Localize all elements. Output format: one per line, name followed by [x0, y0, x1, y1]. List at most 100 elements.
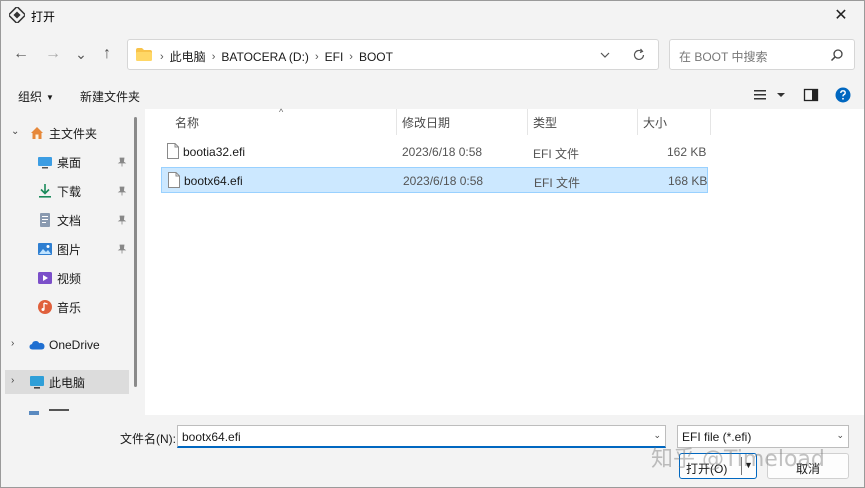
filename-input[interactable]: bootx64.efi ⌄ [177, 425, 666, 448]
chevron-down-icon[interactable]: ⌄ [11, 126, 19, 137]
chevron-down-icon[interactable]: ⌄ [653, 430, 661, 441]
column-divider[interactable] [396, 109, 397, 135]
file-modified: 2023/6/18 0:58 [402, 145, 483, 159]
refresh-icon[interactable] [632, 48, 646, 62]
chevron-right-icon[interactable]: › [11, 338, 14, 349]
file-type: EFI 文件 [534, 176, 581, 190]
pin-icon [117, 157, 127, 167]
sidebar-item-label: 文档 [57, 213, 82, 228]
chevron-down-icon: ⌄ [75, 45, 87, 62]
sidebar-item-label: 此电脑 [49, 375, 86, 390]
sidebar-item-label: 视频 [57, 271, 82, 286]
preview-pane-icon[interactable] [803, 87, 819, 103]
chevron-down-icon[interactable] [598, 48, 612, 62]
arrow-right-icon: → [45, 45, 61, 62]
organize-label: 组织 [18, 90, 43, 104]
breadcrumb-boot[interactable]: BOOT [359, 50, 393, 64]
recent-locations-button[interactable]: ⌄ [69, 43, 93, 65]
video-icon [38, 272, 52, 284]
music-icon [38, 300, 52, 314]
caret-down-icon: ▼ [46, 93, 54, 102]
arrow-left-icon: ← [13, 45, 29, 62]
file-row[interactable]: bootia32.efi 2023/6/18 0:58 EFI 文件 162 K… [161, 139, 708, 165]
file-modified: 2023/6/18 0:58 [403, 174, 484, 188]
close-icon: ✕ [834, 7, 848, 24]
sidebar-scrollbar[interactable] [134, 117, 137, 387]
back-button[interactable]: ← [9, 43, 33, 65]
file-type: EFI 文件 [533, 147, 580, 161]
sidebar-item-onedrive[interactable]: › OneDrive [5, 333, 129, 357]
app-icon [9, 7, 25, 23]
address-bar[interactable]: › 此电脑 › BATOCERA (D:) › EFI › BOOT [127, 39, 659, 70]
download-icon [39, 184, 51, 198]
breadcrumb-drive[interactable]: BATOCERA (D:) [221, 50, 309, 64]
column-header-modified[interactable]: 修改日期 [402, 109, 527, 135]
sidebar-item-videos[interactable]: 视频 [5, 266, 129, 290]
sidebar-item-label: 主文件夹 [49, 126, 98, 141]
organize-button[interactable]: 组织 ▼ [18, 88, 54, 105]
pin-icon [117, 186, 127, 196]
arrow-up-icon: ↑ [103, 45, 111, 62]
file-size: 162 KB [667, 145, 707, 159]
sidebar-item-desktop[interactable]: 桌面 [5, 150, 129, 174]
document-icon [40, 213, 50, 227]
forward-button[interactable]: → [41, 43, 65, 65]
open-file-dialog: 打开 ✕ ← → ⌄ ↑ › 此电脑 › BATOCERA (D:) › EFI… [0, 0, 865, 488]
sidebar-item-this-pc[interactable]: › 此电脑 [5, 370, 129, 394]
sidebar-item-music[interactable]: 音乐 [5, 295, 129, 319]
sidebar-item-label: 桌面 [57, 155, 82, 170]
column-header-size[interactable]: 大小 [643, 109, 703, 135]
file-size: 168 KB [668, 174, 708, 188]
sidebar-item-label: OneDrive [49, 338, 100, 352]
chevron-down-icon: ⌄ [836, 430, 844, 440]
picture-icon [38, 243, 52, 255]
new-folder-button[interactable]: 新建文件夹 [80, 88, 140, 105]
navigation-pane: ⌄ 主文件夹 桌面 下载 文档 图片 视频 音乐 › OneDrive › 此电… [1, 109, 141, 415]
sort-ascending-icon: ^ [279, 107, 284, 117]
sidebar-item-home[interactable]: ⌄ 主文件夹 [5, 121, 129, 145]
title-bar: 打开 ✕ [1, 1, 864, 29]
column-label: 修改日期 [402, 115, 451, 130]
breadcrumb-this-pc[interactable]: 此电脑 [170, 48, 206, 65]
column-label: 类型 [533, 115, 558, 130]
up-button[interactable]: ↑ [95, 43, 119, 65]
computer-icon [30, 376, 44, 389]
chevron-right-icon[interactable]: › [11, 375, 14, 386]
file-name: bootx64.efi [184, 174, 243, 188]
column-label: 大小 [643, 115, 668, 130]
cloud-icon [29, 341, 45, 350]
pin-icon [117, 244, 127, 254]
home-icon [31, 127, 43, 139]
file-icon [167, 143, 179, 159]
watermark: 知乎 @Timeload [651, 447, 825, 472]
file-list: 名称 ^ 修改日期 类型 大小 bootia32.efi 2023/6/18 0… [145, 107, 864, 415]
view-options-icon[interactable] [753, 87, 789, 103]
sidebar-item-label: 图片 [57, 242, 82, 257]
search-input[interactable]: 在 BOOT 中搜索 [669, 39, 855, 70]
breadcrumb-separator: › [349, 50, 353, 63]
sidebar-item-documents[interactable]: 文档 [5, 208, 129, 232]
sidebar-item-pictures[interactable]: 图片 [5, 237, 129, 261]
pin-icon [117, 215, 127, 225]
file-icon [168, 172, 180, 188]
breadcrumb-separator: › [314, 50, 319, 63]
breadcrumb: › 此电脑 › BATOCERA (D:) › EFI › BOOT [160, 48, 393, 65]
column-divider[interactable] [637, 109, 638, 135]
column-header-name[interactable]: 名称 ^ [175, 107, 395, 135]
sidebar-item-label: 音乐 [57, 300, 82, 315]
close-button[interactable]: ✕ [818, 1, 864, 29]
new-folder-label: 新建文件夹 [80, 90, 141, 104]
sidebar-item-downloads[interactable]: 下载 [5, 179, 129, 203]
breadcrumb-separator: › [160, 50, 164, 63]
window-title: 打开 [31, 10, 56, 24]
column-header-type[interactable]: 类型 [533, 109, 633, 135]
filename-label: 文件名(N): [120, 432, 176, 446]
desktop-icon [38, 157, 52, 169]
column-divider[interactable] [710, 109, 711, 135]
sidebar-item-label: 下载 [57, 184, 82, 199]
breadcrumb-separator: › [211, 50, 216, 63]
file-row-selected[interactable]: bootx64.efi 2023/6/18 0:58 EFI 文件 168 KB [161, 167, 708, 193]
breadcrumb-efi[interactable]: EFI [325, 50, 344, 64]
column-divider[interactable] [527, 109, 528, 135]
help-icon[interactable] [835, 87, 851, 103]
